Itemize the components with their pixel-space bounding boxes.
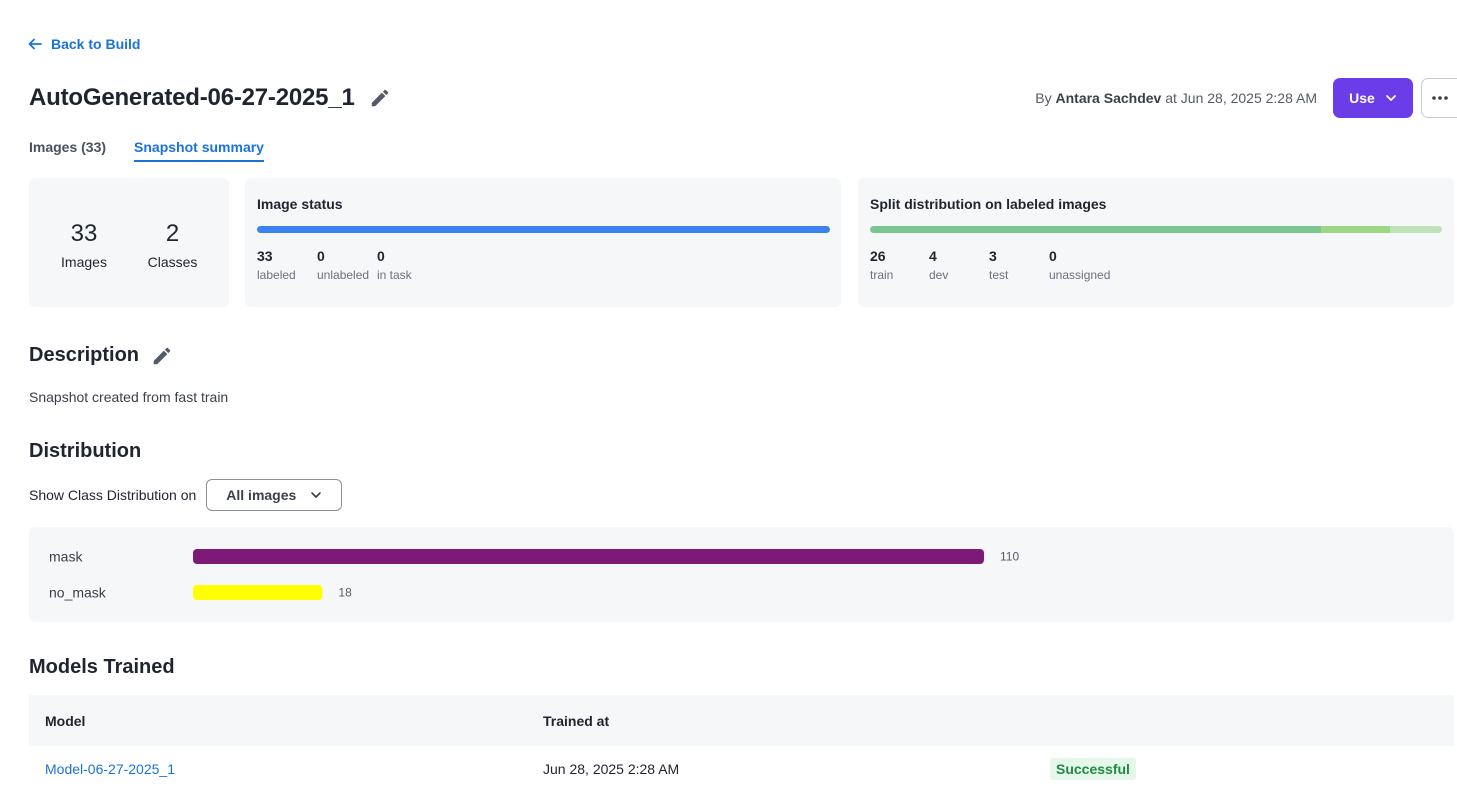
dev-segment — [1320, 226, 1390, 233]
value-label-mask: 110 — [1000, 550, 1019, 564]
arrow-left-icon — [27, 36, 43, 52]
classes-count: 2 — [165, 220, 180, 247]
column-header-trained-at: Trained at — [543, 712, 610, 729]
trained-at-value: Jun 28, 2025 2:28 AM — [543, 761, 680, 777]
column-header-model: Model — [45, 712, 86, 729]
author-name: Antara Sachdev — [1055, 90, 1162, 106]
image-status-card: Image status 33 labeled 0 unlabeled 0 in… — [245, 178, 841, 307]
test-segment — [1390, 226, 1442, 233]
stat-labeled: 33 labeled — [257, 248, 296, 282]
image-status-bar — [257, 226, 830, 233]
distribution-select-value: All images — [226, 487, 297, 503]
image-status-title: Image status — [257, 196, 343, 212]
show-class-distribution-label: Show Class Distribution on — [29, 487, 197, 503]
status-badge: Successful — [1050, 758, 1136, 780]
split-bar — [870, 226, 1442, 233]
images-count: 33 — [70, 220, 98, 247]
classes-label: Classes — [147, 254, 198, 270]
distribution-title: Distribution — [29, 440, 142, 462]
images-count-block: 33 Images — [59, 220, 109, 270]
tab-images[interactable]: Images (33) — [29, 139, 106, 162]
back-to-build-link[interactable]: Back to Build — [27, 36, 140, 52]
description-header: Description — [29, 344, 173, 367]
model-link[interactable]: Model-06-27-2025_1 — [45, 761, 175, 777]
value-label-no_mask: 18 — [338, 586, 352, 600]
pencil-icon[interactable] — [369, 87, 391, 109]
pencil-icon[interactable] — [151, 345, 173, 367]
more-options-button[interactable] — [1421, 78, 1457, 118]
split-distribution-card: Split distribution on labeled images 26 … — [858, 178, 1454, 307]
chevron-down-icon — [310, 489, 322, 501]
bar-mask — [193, 549, 984, 564]
stat-unlabeled: 0 unlabeled — [317, 248, 370, 282]
tab-snapshot-summary[interactable]: Snapshot summary — [134, 129, 264, 162]
description-title: Description — [29, 344, 140, 366]
table-header: Model Trained at — [29, 695, 1454, 746]
distribution-select[interactable]: All images — [206, 479, 343, 511]
images-label: Images — [61, 254, 107, 270]
models-trained-title: Models Trained — [29, 656, 175, 678]
stat-test: 3 test — [989, 248, 1009, 282]
chevron-down-icon — [1385, 92, 1397, 104]
summary-counts-card: 33 Images 2 Classes — [29, 178, 229, 307]
stat-train: 26 train — [870, 248, 894, 282]
tab-bar: Images (33) Snapshot summary — [29, 129, 264, 162]
stat-unassigned: 0 unassigned — [1049, 248, 1111, 282]
labeled-segment — [257, 226, 830, 233]
bar-no_mask — [193, 585, 323, 600]
split-distribution-title: Split distribution on labeled images — [870, 196, 1107, 212]
classes-count-block: 2 Classes — [145, 220, 200, 270]
table-row: Model-06-27-2025_1 Jun 28, 2025 2:28 AM … — [29, 746, 1454, 792]
class-distribution-chart: mask 110 no_mask 18 — [29, 527, 1454, 622]
models-table: Model Trained at Model-06-27-2025_1 Jun … — [29, 695, 1454, 792]
back-label: Back to Build — [51, 36, 141, 52]
category-label-no_mask: no_mask — [49, 585, 107, 601]
use-button[interactable]: Use — [1333, 78, 1413, 118]
stat-in-task: 0 in task — [377, 248, 412, 282]
class-distribution-svg: mask 110 no_mask 18 — [49, 549, 1019, 601]
category-label-mask: mask — [49, 549, 83, 565]
train-segment — [870, 226, 1321, 233]
stat-dev: 4 dev — [929, 248, 949, 282]
page-title: AutoGenerated-06-27-2025_1 — [29, 84, 355, 111]
more-horizontal-icon — [1431, 96, 1448, 100]
description-text: Snapshot created from fast train — [29, 389, 229, 405]
byline: By Antara Sachdev at Jun 28, 2025 2:28 A… — [1035, 90, 1317, 106]
